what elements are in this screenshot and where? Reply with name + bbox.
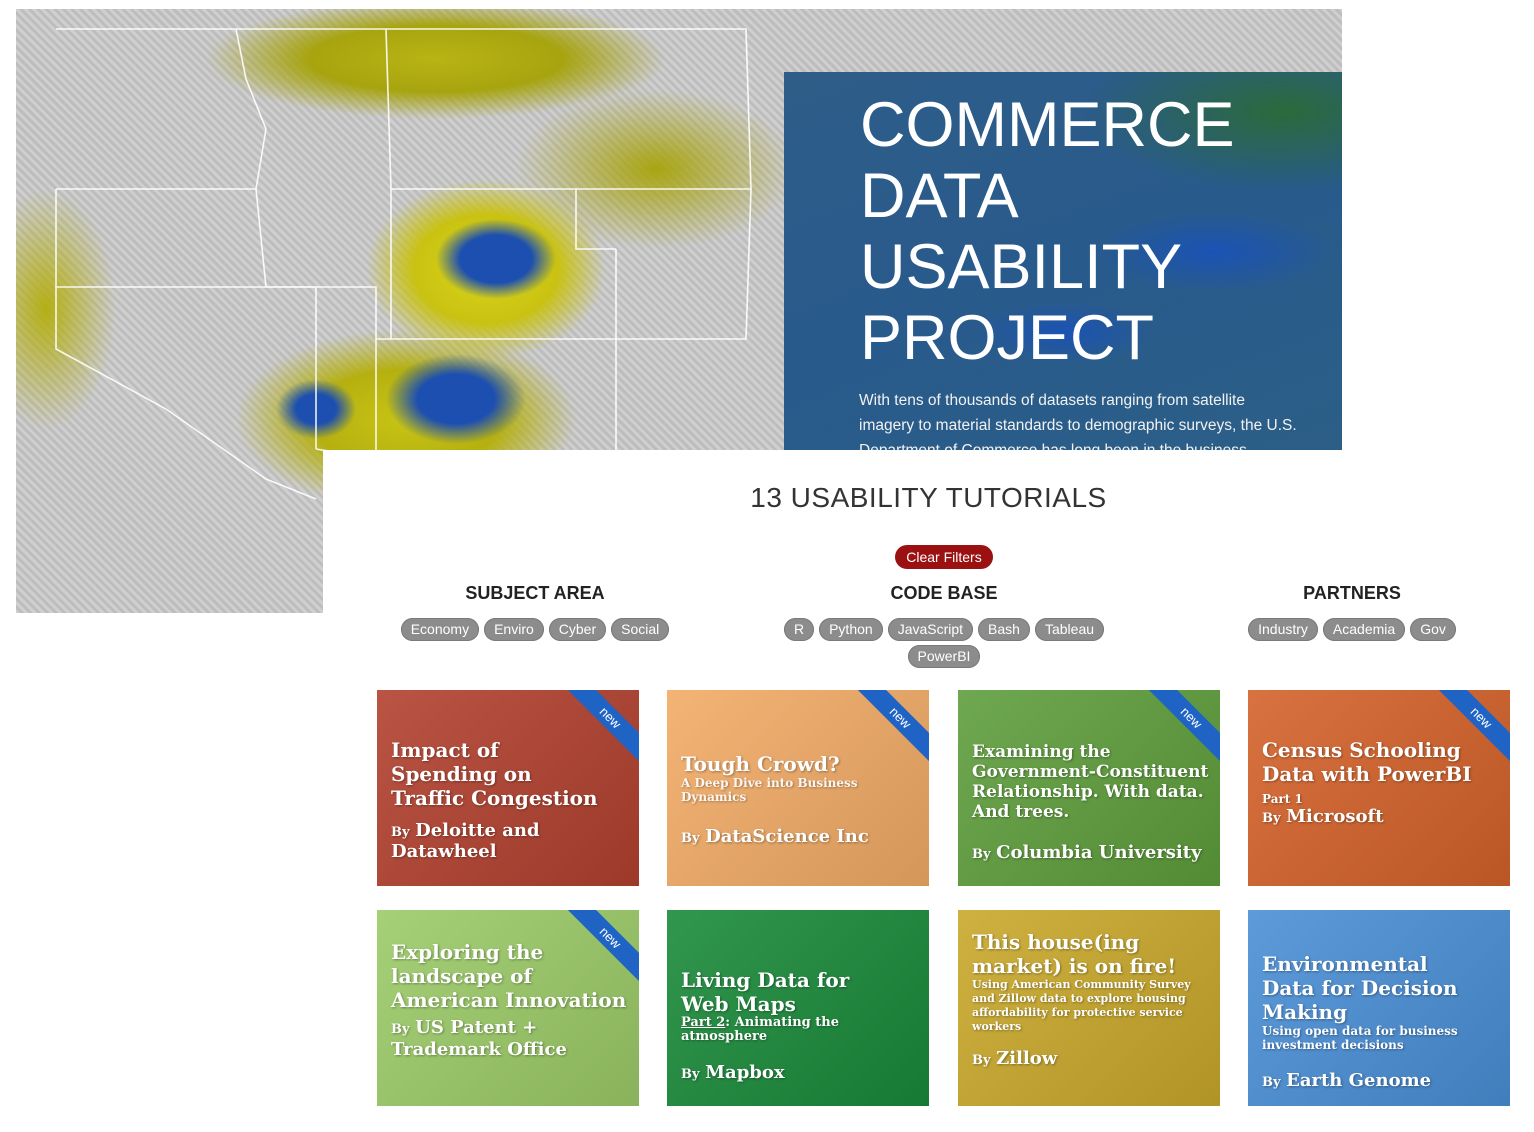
hero-title-line: USABILITY xyxy=(860,232,1183,302)
filter-pill-social[interactable]: Social xyxy=(611,618,670,641)
card-by-label: By xyxy=(1262,811,1281,826)
filter-pill-tableau[interactable]: Tableau xyxy=(1034,618,1105,641)
card-author: Microsoft xyxy=(1286,806,1384,827)
tutorial-card[interactable]: new Exploring the landscape of American … xyxy=(377,910,639,1106)
filter-pill-javascript[interactable]: JavaScript xyxy=(887,618,974,641)
card-title: Living Data for Web Maps xyxy=(681,968,850,1016)
card-author: DataScience Inc xyxy=(705,826,869,847)
tutorial-card[interactable]: Living Data for Web Maps Part 2: Animati… xyxy=(667,910,929,1106)
card-subtitle: A Deep Dive into Business Dynamics xyxy=(681,776,858,804)
card-title: This house(ing market) is on fire! xyxy=(972,930,1177,978)
filter-pill-r[interactable]: R xyxy=(783,618,815,641)
card-title: Tough Crowd? xyxy=(681,752,840,776)
hero-title-line: PROJECT xyxy=(860,303,1155,373)
card-author: Columbia University xyxy=(996,842,1202,863)
filter-pill-bash[interactable]: Bash xyxy=(978,618,1030,641)
filter-pill-academia[interactable]: Academia xyxy=(1322,618,1406,641)
filter-pill-cyber[interactable]: Cyber xyxy=(548,618,607,641)
card-by-label: By xyxy=(972,1053,991,1068)
filter-group-subject-area: SUBJECT AREA Economy Enviro Cyber Social xyxy=(393,583,677,641)
card-by-label: By xyxy=(681,831,700,846)
card-subtitle: Using American Community Survey and Zill… xyxy=(972,978,1191,1033)
card-byline: By Microsoft xyxy=(1262,806,1502,827)
card-author: Zillow xyxy=(996,1048,1058,1069)
card-author: Deloitte and Datawheel xyxy=(391,820,540,862)
card-byline: By Mapbox xyxy=(681,1062,921,1083)
card-subtitle-row: Part 2: Animating the atmosphere xyxy=(681,1016,921,1044)
tutorial-card[interactable]: new Tough Crowd? A Deep Dive into Busine… xyxy=(667,690,929,886)
filter-pill-enviro[interactable]: Enviro xyxy=(484,618,544,641)
filter-pill-powerbi[interactable]: PowerBI xyxy=(907,645,981,668)
card-author: Earth Genome xyxy=(1286,1070,1432,1091)
tutorial-card[interactable]: This house(ing market) is on fire! Using… xyxy=(958,910,1220,1106)
hero-title-line: DATA xyxy=(860,161,1019,231)
card-title: Exploring the landscape of American Inno… xyxy=(391,940,627,1012)
card-byline: By DataScience Inc xyxy=(681,826,921,847)
card-by-label: By xyxy=(391,825,410,840)
card-title: Impact of Spending on Traffic Congestion xyxy=(391,738,598,810)
card-subtitle: Using open data for business investment … xyxy=(1262,1024,1458,1052)
tutorial-card[interactable]: new Census Schooling Data with PowerBI P… xyxy=(1248,690,1510,886)
card-by-label: By xyxy=(1262,1075,1281,1090)
filter-group-partners: PARTNERS Industry Academia Gov xyxy=(1237,583,1467,641)
tutorial-count-heading: 13 USABILITY TUTORIALS xyxy=(750,482,1107,513)
tutorial-card[interactable]: Environmental Data for Decision Making U… xyxy=(1248,910,1510,1106)
card-by-label: By xyxy=(391,1022,410,1037)
card-subtitle: Part 1 xyxy=(1262,792,1303,806)
filter-heading: PARTNERS xyxy=(1303,583,1401,603)
card-byline: By Zillow xyxy=(972,1048,1212,1069)
tutorials-section: 13 USABILITY TUTORIALS Clear Filters SUB… xyxy=(323,450,1534,1132)
card-byline: By Columbia University xyxy=(972,842,1212,863)
card-by-label: By xyxy=(972,847,991,862)
card-author: US Patent + Trademark Office xyxy=(391,1017,567,1060)
hero-title-line: COMMERCE xyxy=(860,90,1235,160)
clear-filters-button[interactable]: Clear Filters xyxy=(895,545,993,569)
filter-pill-python[interactable]: Python xyxy=(819,618,883,641)
tutorial-card[interactable]: new Impact of Spending on Traffic Conges… xyxy=(377,690,639,886)
card-byline: By US Patent + Trademark Office xyxy=(391,1018,591,1060)
card-subtitle-link[interactable]: Part 2 xyxy=(681,1015,725,1030)
filter-heading: SUBJECT AREA xyxy=(465,583,605,603)
tutorial-card[interactable]: new Examining the Government-Constituent… xyxy=(958,690,1220,886)
hero-title: COMMERCE DATA USABILITY PROJECT xyxy=(860,90,1330,374)
card-title: Census Schooling Data with PowerBI xyxy=(1262,738,1472,786)
filter-group-code-base: CODE BASE R Python JavaScript Bash Table… xyxy=(773,583,1115,668)
hero-description: With tens of thousands of datasets rangi… xyxy=(859,392,1297,459)
filter-heading: CODE BASE xyxy=(890,583,998,603)
card-title: Examining the Government-Constituent Rel… xyxy=(972,742,1209,822)
card-byline: By Earth Genome xyxy=(1262,1070,1502,1091)
card-title: Environmental Data for Decision Making xyxy=(1262,952,1458,1024)
card-by-label: By xyxy=(681,1067,700,1082)
card-author: Mapbox xyxy=(705,1062,785,1083)
card-byline: By Deloitte and Datawheel xyxy=(391,820,631,862)
filter-pill-industry[interactable]: Industry xyxy=(1248,618,1318,641)
filter-pill-economy[interactable]: Economy xyxy=(400,618,480,641)
hero-panel: COMMERCE DATA USABILITY PROJECT With ten… xyxy=(784,72,1342,459)
filter-pill-gov[interactable]: Gov xyxy=(1410,618,1456,641)
